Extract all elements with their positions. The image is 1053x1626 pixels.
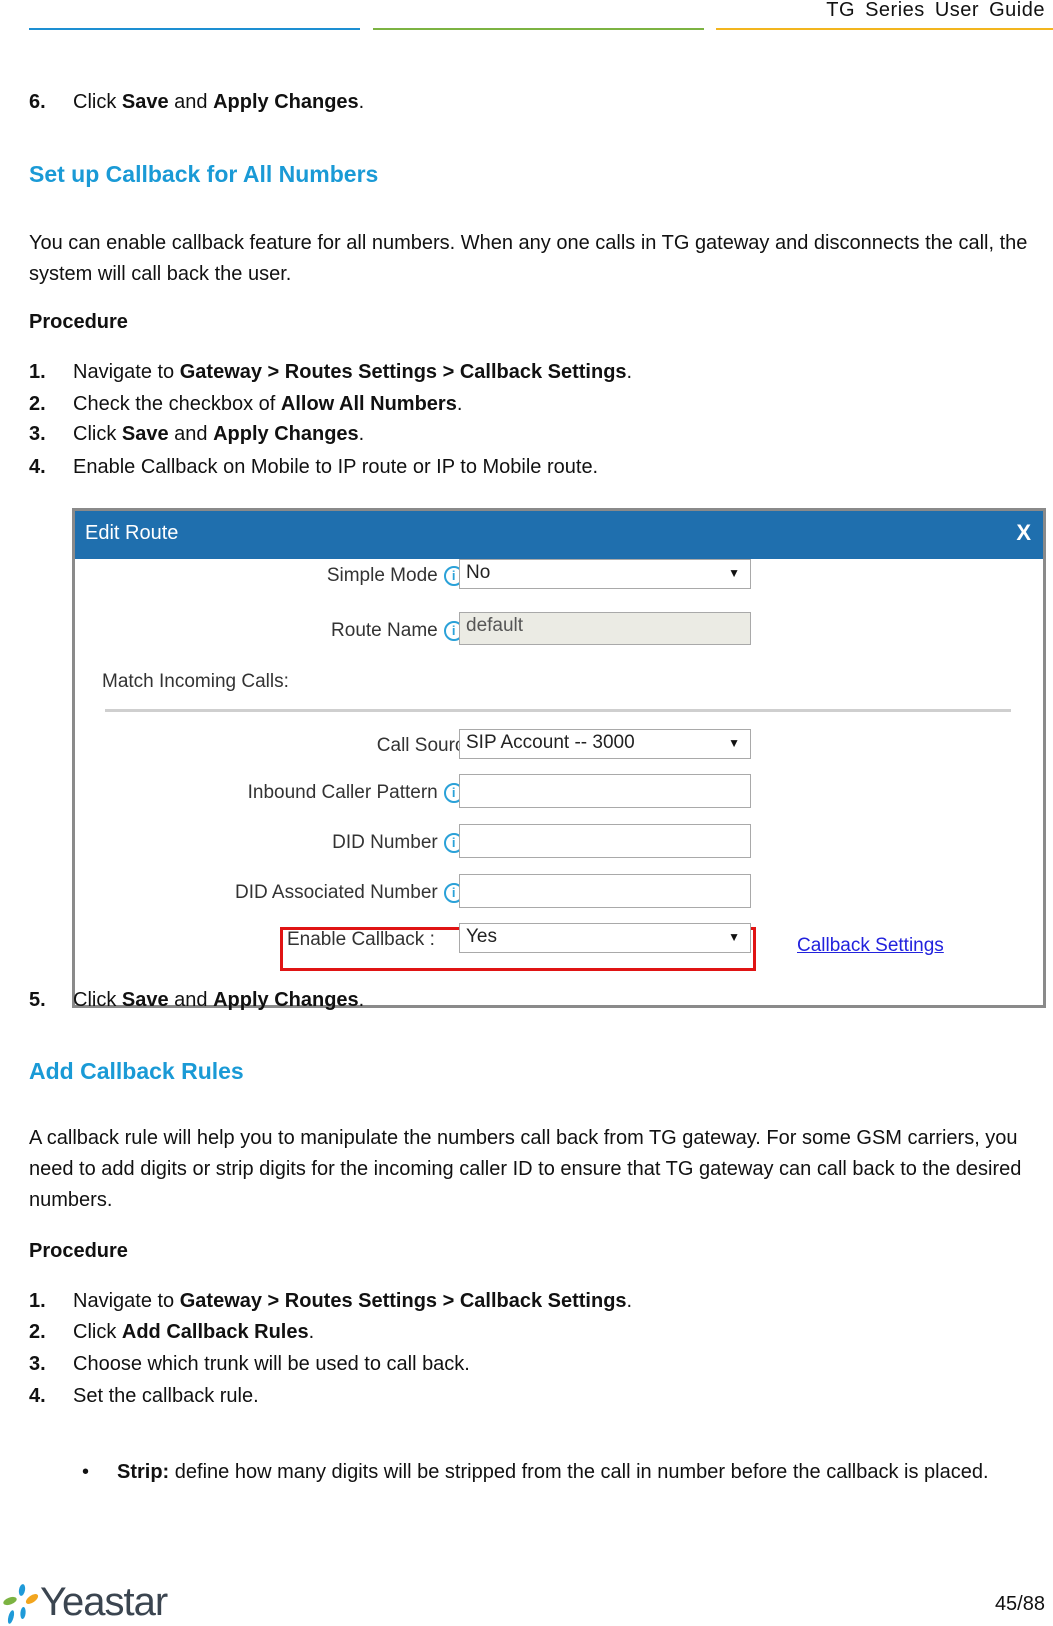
- logo-text: Yeastar: [40, 1580, 168, 1624]
- section1-paragraph: You can enable callback feature for all …: [29, 232, 1028, 285]
- procedure-step: 1. Navigate to Gateway > Routes Settings …: [29, 1290, 633, 1312]
- simple-mode-select[interactable]: No ▼: [459, 559, 751, 589]
- enable-callback-label: Enable Callback :: [287, 929, 435, 950]
- procedure-step: 3. Choose which trunk will be used to cal…: [29, 1353, 470, 1375]
- route-name-input[interactable]: default: [459, 612, 751, 645]
- procedure-step: 2. Check the checkbox of Allow All Number…: [29, 393, 463, 415]
- menu-path: Gateway > Routes Settings > Callback Set…: [179, 1290, 627, 1312]
- enable-callback-select[interactable]: Yes ▼: [459, 923, 751, 953]
- logo-mark-icon: [3, 1584, 39, 1624]
- menu-path: Gateway > Routes Settings > Callback Set…: [179, 361, 627, 383]
- edit-route-dialog: Edit Route X Simple Modei: No ▼ Route Na…: [72, 508, 1046, 1008]
- dialog-title: Edit Route: [85, 522, 179, 544]
- section2-paragraph: A callback rule will help you to manipul…: [29, 1127, 1022, 1211]
- procedure-label: Procedure: [29, 311, 128, 333]
- chevron-down-icon: ▼: [728, 566, 740, 580]
- save-label: Save: [121, 91, 169, 113]
- add-callback-rules-label: Add Callback Rules: [121, 1321, 309, 1343]
- procedure-step: 3. Click Save and Apply Changes.: [29, 423, 365, 445]
- inbound-caller-pattern-input[interactable]: [459, 774, 751, 808]
- did-associated-number-input[interactable]: [459, 874, 751, 908]
- procedure-label: Procedure: [29, 1240, 128, 1262]
- page-number: 45/88: [994, 1593, 1045, 1615]
- did-number-input[interactable]: [459, 824, 751, 858]
- procedure-step: 5. Click Save and Apply Changes.: [29, 989, 365, 1011]
- dialog-header: Edit Route X: [75, 511, 1043, 559]
- chevron-down-icon: ▼: [728, 736, 740, 750]
- bullet-item-strip: Strip: define how many digits will be st…: [117, 1461, 989, 1483]
- match-incoming-calls-label: Match Incoming Calls:: [102, 671, 289, 692]
- callback-settings-link[interactable]: Callback Settings: [797, 935, 944, 957]
- header-rule-orange: [716, 28, 1053, 30]
- did-associated-number-label: DID Associated Numberi:: [235, 882, 475, 904]
- section-divider: [105, 709, 1011, 712]
- did-number-label: DID Numberi:: [332, 832, 475, 854]
- simple-mode-label: Simple Modei:: [327, 565, 475, 587]
- header-rule-green: [373, 28, 704, 30]
- procedure-step: 1. Navigate to Gateway > Routes Settings …: [29, 361, 633, 383]
- document-header-title: TG Series User Guide: [826, 0, 1045, 21]
- bullet-icon: •: [82, 1461, 90, 1483]
- allow-all-numbers-label: Allow All Numbers: [280, 393, 457, 415]
- section-title-callback-all: Set up Callback for All Numbers: [29, 161, 379, 187]
- procedure-step: 2. Click Add Callback Rules.: [29, 1321, 315, 1343]
- step-number: 6.: [29, 91, 46, 113]
- intro-step: 6. Click Save and Apply Changes.: [29, 91, 365, 113]
- header-rule-blue: [29, 28, 360, 30]
- route-name-label: Route Namei:: [331, 620, 475, 642]
- inbound-caller-pattern-label: Inbound Caller Patterni:: [248, 782, 475, 804]
- chevron-down-icon: ▼: [728, 930, 740, 944]
- call-source-select[interactable]: SIP Account -- 3000 ▼: [459, 729, 751, 759]
- procedure-step: 4. Set the callback rule.: [29, 1385, 259, 1407]
- section-title-add-callback-rules: Add Callback Rules: [29, 1058, 244, 1084]
- yeastar-logo: Yeastar: [2, 1580, 172, 1626]
- close-icon[interactable]: X: [1016, 520, 1031, 546]
- procedure-step: 4. Enable Callback on Mobile to IP route …: [29, 456, 599, 478]
- apply-changes-label: Apply Changes: [213, 91, 359, 113]
